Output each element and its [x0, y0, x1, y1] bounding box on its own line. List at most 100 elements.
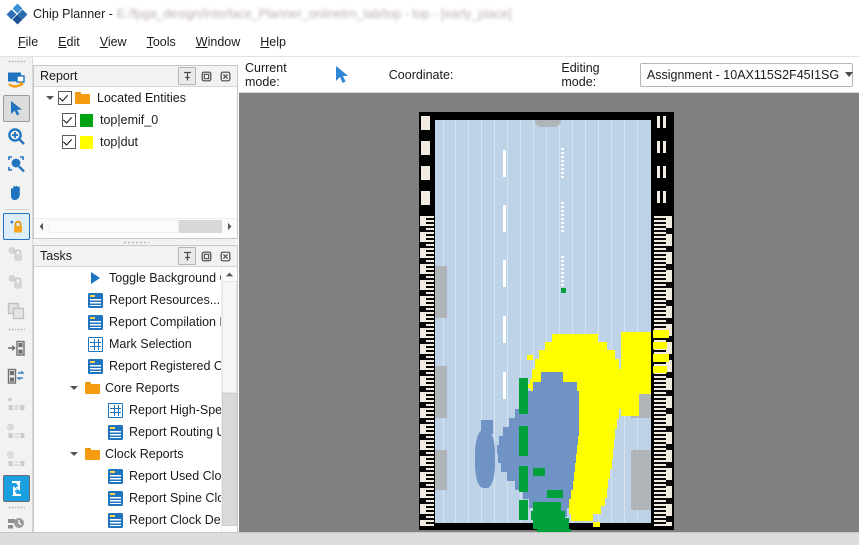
float-icon[interactable]	[197, 247, 215, 265]
editing-mode-value: Assignment - 10AX115S2F45I1SG	[646, 67, 840, 82]
entity-dut-io	[653, 366, 667, 373]
report-doc-icon	[108, 512, 123, 528]
tree-node-label: Located Entities	[97, 91, 186, 105]
task-folder-core-reports[interactable]: Core Reports	[34, 377, 237, 399]
hard-block	[435, 450, 447, 490]
expand-collapse-icon[interactable]	[66, 446, 82, 462]
expand-collapse-icon[interactable]	[66, 380, 82, 396]
selection-arrow-tool-icon[interactable]	[2, 95, 30, 122]
tree-node-located-entities[interactable]: Located Entities	[34, 87, 237, 109]
emif-checkbox[interactable]	[62, 113, 76, 127]
entity-emif-region	[561, 288, 566, 293]
window-file-path: E:/fpga_design/interface_Planner_onlinet…	[116, 7, 512, 21]
swap-regions-icon[interactable]	[3, 363, 30, 390]
task-label: Report Resources...	[109, 293, 221, 307]
scroll-thumb[interactable]	[49, 220, 179, 233]
window-title: Chip Planner -	[33, 7, 113, 21]
task-label: Report Clock Deta	[129, 513, 232, 527]
tasks-panel-title: Tasks	[40, 249, 72, 263]
task-item-report-used-clock[interactable]: Report Used Cloc	[34, 465, 237, 487]
io-pad	[421, 166, 430, 180]
task-item-report-compilation[interactable]: Report Compilation N	[34, 311, 237, 333]
close-icon[interactable]	[216, 247, 234, 265]
tree-node-label: top|dut	[100, 135, 139, 149]
entity-dut-io	[653, 330, 669, 338]
folder-icon	[85, 448, 100, 460]
menu-bar: File Edit View Tools Window Help	[0, 28, 859, 55]
scroll-up-icon[interactable]	[222, 267, 237, 281]
task-item-report-registered[interactable]: Report Registered Co	[34, 355, 237, 377]
refresh-view-icon[interactable]	[3, 67, 30, 94]
fit-in-window-icon[interactable]	[2, 475, 30, 502]
task-item-mark-selection[interactable]: Mark Selection	[34, 333, 237, 355]
io-pad	[657, 141, 660, 153]
add-region-icon	[3, 447, 30, 474]
report-doc-icon	[108, 468, 123, 484]
chevron-down-icon[interactable]	[845, 72, 854, 77]
report-panel: Report Located Entities top|emif_0 top|d…	[33, 65, 238, 239]
scroll-page-area[interactable]	[222, 393, 237, 526]
report-doc-icon	[108, 424, 123, 440]
add-lock-icon	[3, 241, 30, 268]
tree-node-dut[interactable]: top|dut	[34, 131, 237, 153]
tree-node-emif[interactable]: top|emif_0	[34, 109, 237, 131]
report-grid-icon	[88, 336, 103, 352]
chip-floorplan-canvas[interactable]	[239, 93, 859, 543]
chip-planner-window: Chip Planner - E:/fpga_design/interface_…	[0, 0, 859, 545]
menu-tools-label: ools	[152, 34, 176, 49]
toolbar-drag-handle[interactable]	[0, 57, 32, 66]
blue-arrow-cursor-icon	[331, 64, 353, 86]
close-icon[interactable]	[216, 67, 234, 85]
task-item-report-clock-details[interactable]: Report Clock Deta	[34, 509, 237, 531]
task-item-report-routing[interactable]: Report Routing Ut	[34, 421, 237, 443]
menu-help[interactable]: Help	[250, 32, 296, 52]
move-to-region-icon[interactable]	[3, 335, 30, 362]
menu-window[interactable]: Window	[186, 32, 250, 52]
task-label: Mark Selection	[109, 337, 192, 351]
task-item-report-spine-clock[interactable]: Report Spine Cloc	[34, 487, 237, 509]
float-icon[interactable]	[197, 67, 215, 85]
dut-checkbox[interactable]	[62, 135, 76, 149]
hard-block	[435, 266, 447, 318]
menu-file[interactable]: File	[8, 32, 48, 52]
pin-icon[interactable]	[178, 247, 196, 265]
scroll-thumb[interactable]	[222, 281, 237, 393]
highlight-region-icon	[3, 391, 30, 418]
scroll-right-icon[interactable]	[222, 220, 237, 233]
task-item-report-resources[interactable]: Report Resources...	[34, 289, 237, 311]
scroll-page-area[interactable]	[178, 220, 222, 233]
report-panel-title: Report	[40, 69, 78, 83]
quartus-diamond-logo-icon	[6, 3, 28, 25]
located-entities-checkbox[interactable]	[58, 91, 72, 105]
pan-hand-tool-icon[interactable]	[3, 179, 30, 206]
tasks-vertical-scrollbar[interactable]	[221, 267, 237, 542]
lock-new-tool-icon[interactable]	[2, 213, 30, 240]
io-pad	[657, 116, 660, 128]
menu-view[interactable]: View	[90, 32, 137, 52]
entity-dut-io	[653, 342, 667, 349]
report-doc-icon	[88, 314, 103, 330]
bottom-strip	[0, 532, 859, 545]
task-item-toggle-background[interactable]: Toggle Background C	[34, 267, 237, 289]
scroll-track[interactable]	[49, 220, 222, 233]
left-toolbar	[0, 57, 33, 545]
folder-icon	[85, 382, 100, 394]
entity-dut-io	[653, 354, 669, 362]
report-horizontal-scrollbar[interactable]	[34, 218, 237, 234]
expand-collapse-icon[interactable]	[42, 90, 58, 106]
remove-lock-icon	[3, 269, 30, 296]
editing-mode-dropdown[interactable]: Assignment - 10AX115S2F45I1SG	[639, 62, 854, 87]
zoom-in-tool-icon[interactable]	[3, 123, 30, 150]
play-icon	[88, 271, 103, 286]
task-item-report-high-speed[interactable]: Report High-Spee	[34, 399, 237, 421]
menu-edit[interactable]: Edit	[48, 32, 90, 52]
task-label: Report Compilation N	[109, 315, 229, 329]
zoom-selection-tool-icon[interactable]	[3, 151, 30, 178]
pin-icon[interactable]	[178, 67, 196, 85]
menu-tools[interactable]: Tools	[137, 32, 186, 52]
scroll-left-icon[interactable]	[34, 220, 49, 233]
task-folder-clock-reports[interactable]: Clock Reports	[34, 443, 237, 465]
toolbar-dot-separator	[0, 325, 32, 334]
io-pad	[663, 166, 666, 178]
menu-window-label: indow	[207, 34, 241, 49]
